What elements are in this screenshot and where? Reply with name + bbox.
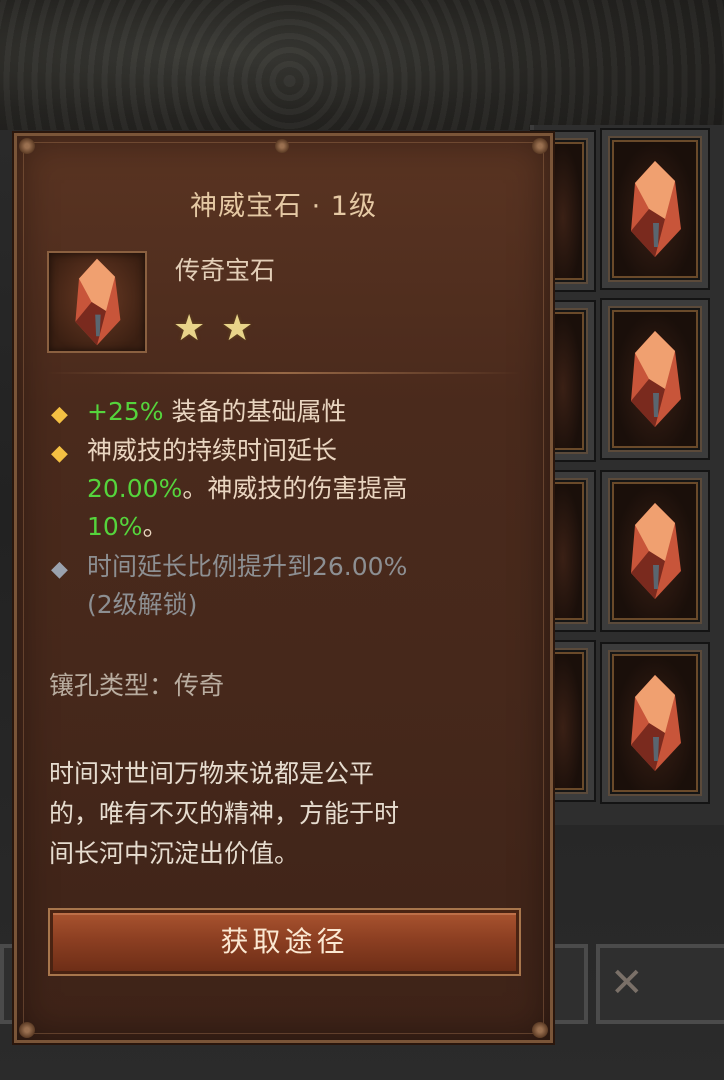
legendary-gem-icon <box>631 503 681 599</box>
lore-text: 时间对世间万物来说都是公平 的，唯有不灭的精神，方能于时 间长河中沉淀出价值。 <box>49 754 509 874</box>
panel-corner-rivet <box>19 138 35 154</box>
gold-diamond-icon: ◆ <box>51 402 68 427</box>
effect-line-2a: 神威技的持续时间延长 <box>87 433 337 469</box>
panel-corner-rivet <box>19 1022 35 1038</box>
locked-effect-unlock-note: (2级解锁) <box>87 590 198 619</box>
bottom-nav-button[interactable]: ✕ <box>596 944 724 1024</box>
effect-value: 20.00% <box>87 474 183 503</box>
grey-diamond-icon: ◆ <box>51 557 68 582</box>
inventory-slot[interactable] <box>602 644 708 802</box>
effect-line-2c: 10%。 <box>87 509 168 545</box>
inventory-slot[interactable] <box>602 472 708 630</box>
legendary-gem-icon <box>75 258 121 346</box>
acquire-source-button[interactable]: 获取途径 <box>50 910 519 974</box>
legendary-gem-icon <box>631 331 681 427</box>
panel-top-ornament <box>275 139 289 153</box>
locked-effect-line: 时间延长比例提升到26.00% <box>87 552 408 581</box>
inventory-slot[interactable] <box>602 300 708 458</box>
effect-text: 。 <box>142 512 168 541</box>
socket-label: 镶孔类型： <box>49 671 175 700</box>
gem-tooltip-panel: 神威宝石 · 1级 传奇宝石 ★ ★ ◆ +25% 装备的基础属性 ◆ 神威技的… <box>14 133 553 1043</box>
gold-diamond-icon: ◆ <box>51 441 68 466</box>
inventory-slot[interactable] <box>602 130 708 288</box>
lore-line: 间长河中沉淀出价值。 <box>49 839 300 868</box>
ornament-icon: ✕ <box>610 960 644 1006</box>
effect-line-2b: 20.00%。神威技的伤害提高 <box>87 471 407 507</box>
legendary-gem-icon <box>631 161 681 257</box>
scene-background <box>0 0 724 135</box>
legendary-gem-icon <box>631 675 681 771</box>
gem-title: 神威宝石 · 1级 <box>190 191 377 222</box>
effect-text: 神威技的持续时间延长 <box>87 436 338 465</box>
socket-type: 镶孔类型：传奇 <box>49 666 224 702</box>
effect-text: 装备的基础属性 <box>163 397 347 426</box>
lore-line: 的，唯有不灭的精神，方能于时 <box>49 799 400 828</box>
socket-value: 传奇 <box>174 671 225 700</box>
panel-corner-rivet <box>532 138 548 154</box>
divider <box>47 372 521 374</box>
gem-rarity-label: 传奇宝石 <box>175 256 276 285</box>
effect-text: 。神威技的伤害提高 <box>182 474 408 503</box>
panel-corner-rivet <box>532 1022 548 1038</box>
effect-line-1: +25% 装备的基础属性 <box>87 394 346 430</box>
star-icon: ★ <box>173 308 206 349</box>
effect-value: 10% <box>87 512 143 541</box>
effect-value: +25% <box>87 397 164 426</box>
gem-icon-frame <box>47 251 147 353</box>
star-icon: ★ <box>221 308 254 349</box>
lore-line: 时间对世间万物来说都是公平 <box>49 759 375 788</box>
